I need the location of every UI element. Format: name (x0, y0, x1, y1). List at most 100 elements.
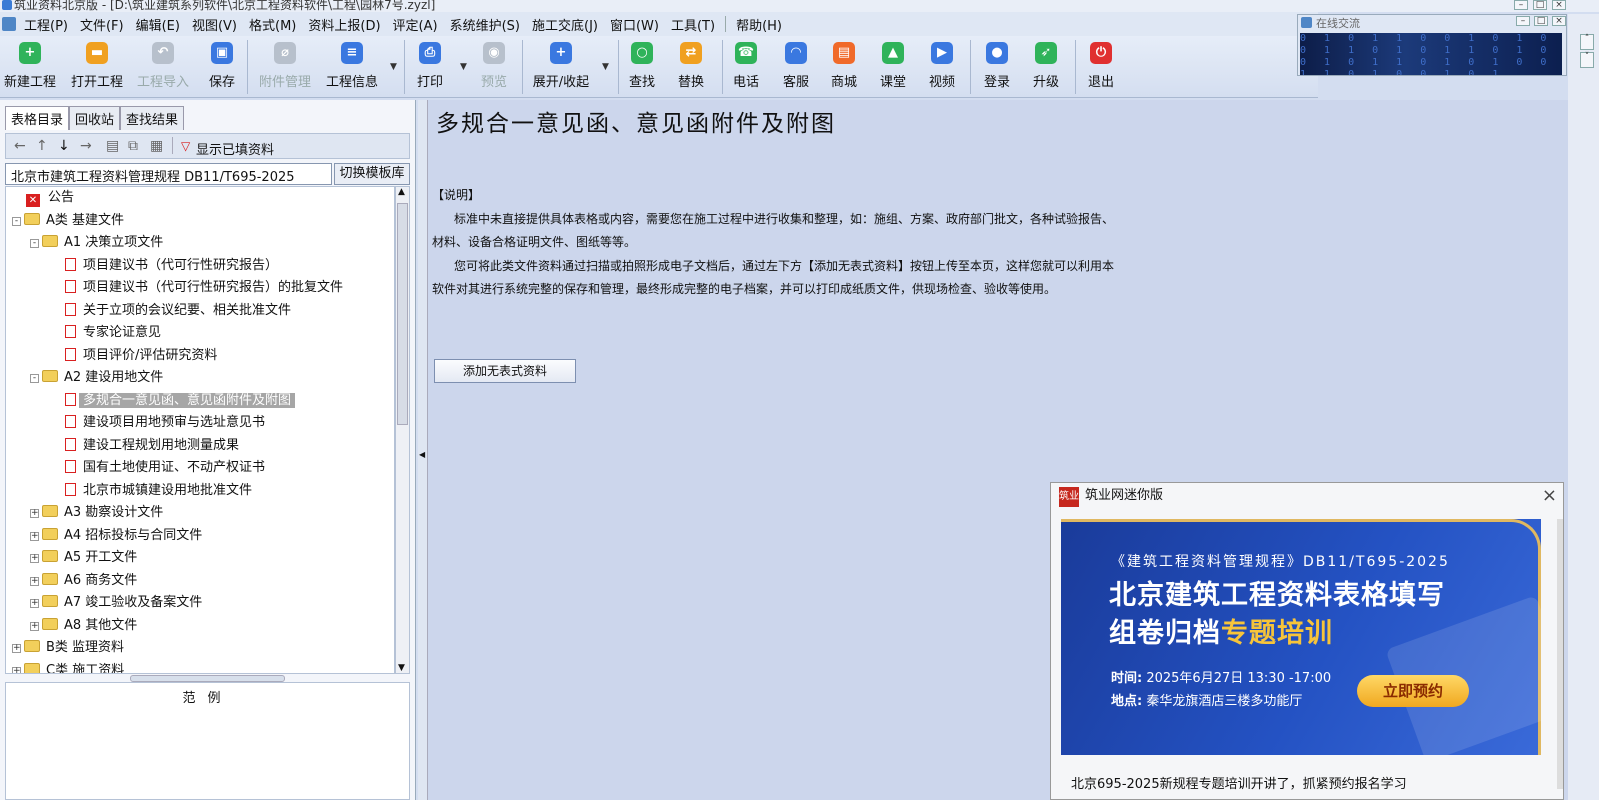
switch-template-button[interactable]: 切换模板库 (334, 163, 410, 185)
tree-node-label: 建设项目用地预审与选址意见书 (83, 415, 266, 430)
tree-folder[interactable]: A4 招标投标与合同文件 (42, 526, 202, 546)
tab-recycle-bin[interactable]: 回收站 (69, 106, 121, 130)
tree-notice[interactable]: ✕ 公告 (26, 188, 74, 208)
menu-item[interactable]: 工程(P) (18, 15, 74, 34)
tree-document[interactable]: 关于立项的会议纪要、相关批准文件 (65, 301, 291, 321)
expand-icon[interactable]: + (12, 644, 21, 653)
tree-scrollbar[interactable]: ▲ ▼ (395, 186, 410, 674)
minimize-button[interactable]: – (1514, 0, 1528, 10)
panel-splitter[interactable] (130, 675, 285, 682)
chat-banner-image[interactable]: 0 1 0 1 1 0 0 1 0 1 0 0 1 1 0 1 0 1 1 0 … (1300, 33, 1562, 75)
mini-scrollbar[interactable] (1557, 519, 1563, 789)
add-unformatted-material-button[interactable]: 添加无表式资料 (434, 359, 576, 383)
chevron-left-icon[interactable]: ◀ (419, 450, 425, 459)
note-line: 材料、设备合格证明文件、图纸等等。 (432, 235, 637, 249)
menu-item[interactable]: 文件(F) (74, 15, 130, 34)
menu-item[interactable]: 系统维护(S) (444, 15, 526, 34)
toolbar-button[interactable]: ⏻ 退出 (1061, 42, 1141, 94)
cart-icon: ▤ (833, 42, 855, 64)
copy-icon[interactable]: ⧉ (128, 138, 138, 154)
menu-item[interactable]: 工具(T) (665, 15, 721, 34)
reserve-button[interactable]: 立即预约 (1357, 675, 1469, 707)
chat-minimize-button[interactable]: – (1516, 16, 1530, 26)
training-banner[interactable]: 《建筑工程资料管理规程》DB11/T695-2025 北京建筑工程资料表格填写 … (1061, 519, 1541, 755)
toolbar-button[interactable]: + 展开/收起 (521, 42, 601, 94)
graduation-cap-icon: ▲ (882, 42, 904, 64)
tree-document[interactable]: 多规合一意见函、意见函附件及附图 (65, 391, 296, 411)
chat-maximize-button[interactable]: □ (1534, 16, 1548, 26)
tree-document[interactable]: 项目建议书（代可行性研究报告） (65, 256, 278, 276)
arrow-down-icon[interactable]: ↓ (58, 138, 70, 154)
tree-node-label: B类 监理资料 (46, 640, 125, 655)
chevron-up-icon[interactable]: ˄ (1580, 34, 1594, 50)
dropdown-arrow-icon[interactable]: ▼ (602, 62, 609, 72)
chat-close-button[interactable]: × (1552, 16, 1566, 26)
chevron-down-icon[interactable]: ˅ (1580, 52, 1594, 68)
tree-document[interactable]: 北京市城镇建设用地批准文件 (65, 481, 252, 501)
collapse-icon[interactable]: - (30, 239, 39, 248)
tree-folder[interactable]: A类 基建文件 (24, 211, 124, 231)
tree-folder[interactable]: A7 竣工验收及备案文件 (42, 593, 202, 613)
collapse-handle[interactable]: ◀ (418, 100, 428, 800)
tree-document[interactable]: 国有土地使用证、不动产权证书 (65, 458, 265, 478)
close-icon[interactable]: × (1542, 483, 1557, 509)
tree-node-label: A8 其他文件 (64, 617, 138, 633)
show-filled-toggle[interactable]: 显示已填资料 (196, 139, 274, 158)
arrow-left-icon[interactable]: ← (14, 138, 26, 154)
toolbar-button[interactable]: ≡ 工程信息 (312, 42, 392, 94)
collapse-icon[interactable]: - (30, 374, 39, 383)
menu-item[interactable]: 施工交底(J) (526, 15, 604, 34)
table-icon[interactable]: ▦ (150, 138, 163, 154)
toolbar-button-label: 保存 (208, 75, 235, 90)
expand-icon[interactable]: + (30, 576, 39, 586)
menu-item[interactable]: 编辑(E) (130, 15, 186, 34)
expand-icon[interactable]: + (30, 554, 39, 563)
menu-item[interactable]: 评定(A) (387, 15, 444, 34)
menu-item[interactable]: 窗口(W) (604, 15, 665, 34)
tab-search-results[interactable]: 查找结果 (120, 106, 185, 130)
expand-icon[interactable]: + (30, 621, 39, 631)
dropdown-arrow-icon[interactable]: ▼ (390, 62, 397, 72)
scrollbar-thumb[interactable] (397, 203, 408, 425)
tree-folder[interactable]: A2 建设用地文件 (42, 368, 163, 388)
tree-folder[interactable]: C类 施工资料 (24, 661, 125, 674)
dropdown-arrow-icon[interactable]: ▼ (460, 62, 467, 72)
expand-icon[interactable]: + (30, 531, 39, 541)
tab-catalog[interactable]: 表格目录 (5, 106, 70, 130)
tree-document[interactable]: 项目评价/评估研究资料 (65, 346, 217, 366)
arrow-up-icon[interactable]: ↑ (36, 138, 48, 154)
tree-folder[interactable]: B类 监理资料 (24, 638, 124, 658)
folder-icon (24, 212, 40, 225)
scroll-up-icon[interactable]: ▲ (398, 187, 405, 197)
tree-document[interactable]: 专家论证意见 (65, 323, 161, 343)
tree-document[interactable]: 建设项目用地预审与选址意见书 (65, 413, 265, 433)
tree-folder[interactable]: A5 开工文件 (42, 548, 137, 568)
expand-icon[interactable]: + (30, 599, 39, 608)
tree-node-label: 专家论证意见 (83, 325, 162, 340)
menu-item[interactable]: 视图(V) (186, 15, 243, 34)
mini-caption[interactable]: 北京695-2025新规程专题培训开讲了，抓紧预约报名学习 (1071, 773, 1407, 792)
tree-folder[interactable]: A1 决策立项文件 (42, 233, 163, 253)
tree-node-label: C类 施工资料 (46, 662, 125, 674)
tree-folder[interactable]: A3 勘察设计文件 (42, 503, 163, 523)
expand-icon[interactable]: + (12, 666, 21, 673)
filter-icon[interactable]: ▽ (181, 139, 190, 153)
menu-item[interactable]: 格式(M) (243, 15, 302, 34)
tree-node-label: 国有土地使用证、不动产权证书 (83, 460, 266, 475)
menu-item[interactable]: 资料上报(D) (302, 15, 386, 34)
tree-document[interactable]: 建设工程规划用地测量成果 (65, 436, 239, 456)
document-icon (65, 257, 76, 271)
standard-selector[interactable]: 北京市建筑工程资料管理规程 DB11/T695-2025 (5, 163, 332, 185)
restore-button[interactable]: □ (1533, 0, 1547, 10)
expand-icon[interactable]: + (30, 509, 39, 518)
doc-icon[interactable]: ▤ (106, 138, 119, 154)
arrow-right-icon[interactable]: → (80, 138, 92, 154)
tree-document[interactable]: 项目建议书（代可行性研究报告）的批复文件 (65, 278, 343, 298)
tree-folder[interactable]: A6 商务文件 (42, 571, 137, 591)
close-window-button[interactable]: × (1552, 0, 1566, 10)
collapse-icon[interactable]: - (12, 216, 21, 226)
menu-item-help[interactable]: 帮助(H) (730, 15, 788, 34)
tree-folder[interactable]: A8 其他文件 (42, 616, 137, 636)
legend-panel: 范例 (5, 682, 410, 800)
scroll-down-icon[interactable]: ▼ (398, 663, 405, 673)
